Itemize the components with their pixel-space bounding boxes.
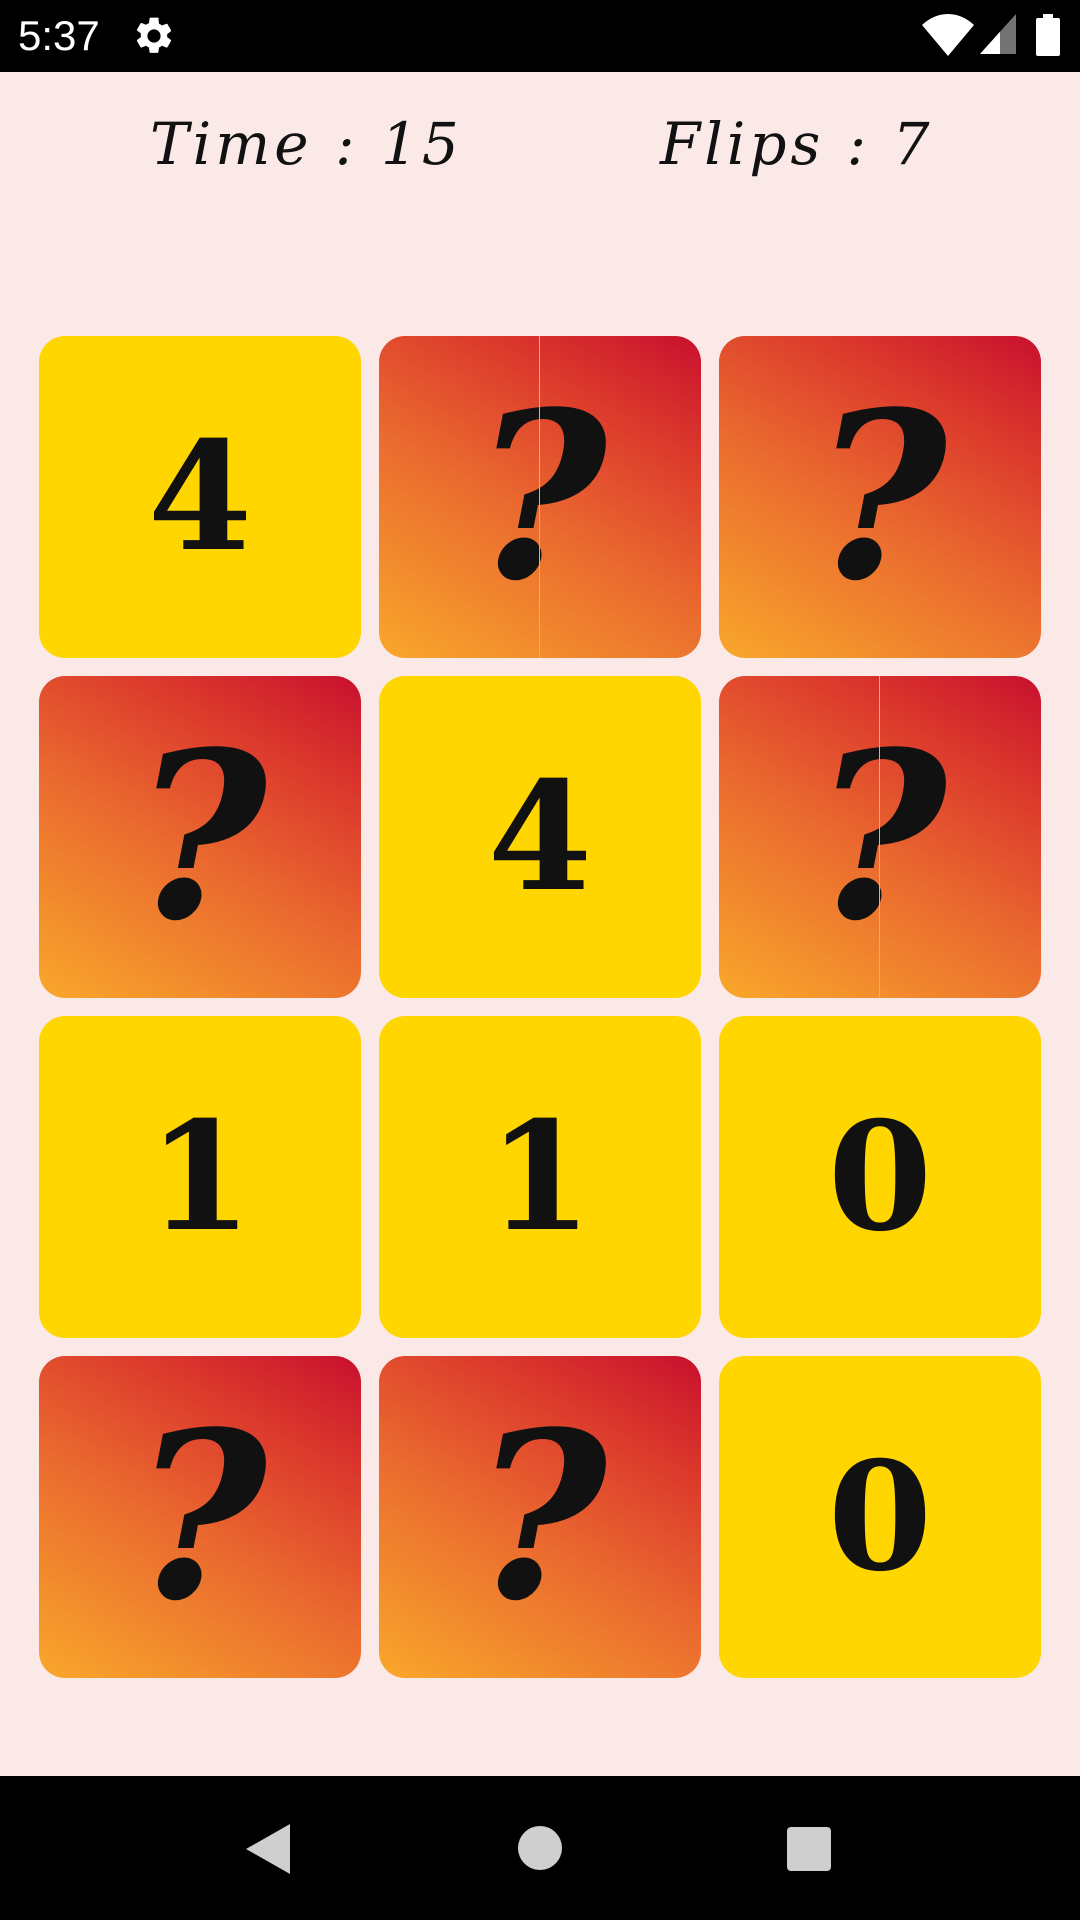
settings-gear-icon [136, 17, 172, 53]
card-grid: 4 ? ? ? 4 ? 1 1 0 ? ? 0 [39, 336, 1041, 1680]
flip-divider [539, 336, 540, 658]
status-time: 5:37 [18, 12, 100, 59]
home-icon[interactable] [518, 1826, 562, 1870]
battery-icon [1036, 14, 1060, 56]
time-counter: Time : 15 [150, 110, 463, 178]
card-face-down[interactable]: ? [719, 336, 1041, 658]
recents-icon[interactable] [787, 1827, 831, 1871]
navigation-bar [0, 1776, 1080, 1920]
card-face-up[interactable]: 4 [39, 336, 361, 658]
card-face-down[interactable]: ? [379, 1356, 701, 1678]
card-symbol: 4 [487, 749, 593, 925]
cell-signal-icon [980, 14, 1016, 54]
card-face-up[interactable]: 4 [379, 676, 701, 998]
back-icon[interactable] [246, 1824, 290, 1874]
flip-divider [879, 676, 880, 998]
card-face-down[interactable]: ? [379, 336, 701, 658]
card-symbol: 1 [147, 1089, 253, 1265]
status-bar: 5:37 [0, 0, 1080, 72]
card-face-up[interactable]: 0 [719, 1356, 1041, 1678]
card-symbol: ? [472, 1382, 608, 1652]
card-symbol: 0 [827, 1429, 933, 1605]
card-face-up[interactable]: 1 [379, 1016, 701, 1338]
flips-counter: Flips : 7 [660, 110, 934, 178]
card-face-up[interactable]: 1 [39, 1016, 361, 1338]
card-symbol: ? [812, 362, 948, 632]
game-hud: Time : 15 Flips : 7 [0, 72, 1080, 232]
card-symbol: ? [132, 1382, 268, 1652]
card-face-down[interactable]: ? [39, 1356, 361, 1678]
card-symbol: ? [132, 702, 268, 972]
card-symbol: 1 [487, 1089, 593, 1265]
card-face-down[interactable]: ? [39, 676, 361, 998]
card-face-down[interactable]: ? [719, 676, 1041, 998]
wifi-icon [922, 14, 974, 56]
card-face-up[interactable]: 0 [719, 1016, 1041, 1338]
card-symbol: 0 [827, 1089, 933, 1265]
card-symbol: 4 [147, 409, 253, 585]
